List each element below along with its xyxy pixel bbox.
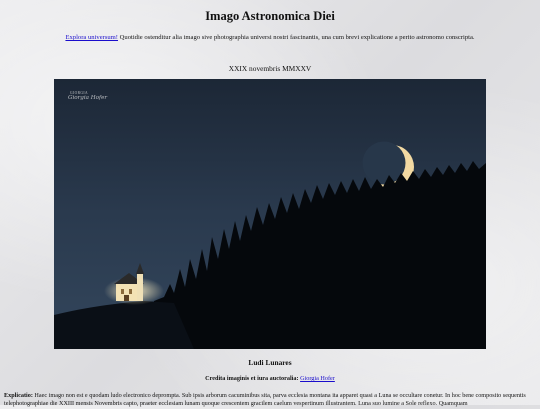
image-title: Ludi Lunares [248, 358, 292, 367]
credit-author-link[interactable]: Giorgia Hofer [300, 375, 335, 382]
intro-paragraph: Explora universum! Quotidie ostenditur a… [0, 34, 540, 41]
photographer-watermark: GIORGIA Giorgia Hofer [68, 91, 107, 101]
photo-scene [54, 79, 486, 349]
explanation-label: Explicatio: [4, 392, 33, 399]
explanation-text: Haec imago non est e quodam ludo electro… [4, 392, 526, 408]
explanation-paragraph: Explicatio: Haec imago non est e quodam … [4, 392, 536, 409]
page-title: Imago Astronomica Diei [205, 9, 335, 23]
date-label: XXIX novembris MMXXV [228, 64, 312, 73]
explore-universe-link[interactable]: Explora universum! [65, 34, 118, 41]
image-credit: Credita imaginis et iura auctoralia: Gio… [0, 375, 540, 382]
intro-text: Quotidie ostenditur alia imago sive phot… [118, 34, 475, 41]
credit-label: Credita imaginis et iura auctoralia: [205, 375, 299, 382]
watermark-signature: Giorgia Hofer [68, 95, 108, 101]
astronomy-photo[interactable]: GIORGIA Giorgia Hofer [54, 79, 486, 349]
